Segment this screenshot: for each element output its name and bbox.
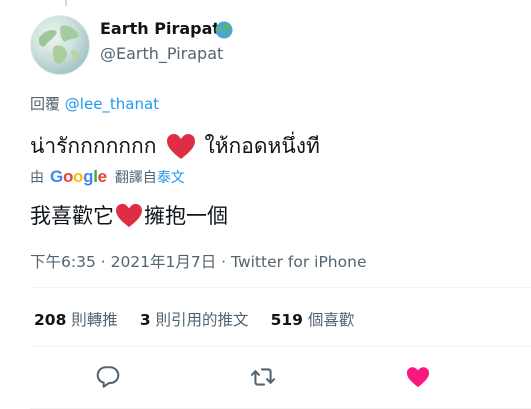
translation-attribution: 由 Google 翻譯自 泰文 (30, 167, 185, 187)
tweet-text-before: น่ารักกกกกกก (30, 134, 157, 158)
reply-mention-link[interactable]: @lee_thanat (65, 95, 159, 113)
tweet-text-after: ให้กอดหนึ่งที (204, 134, 320, 158)
retweet-button[interactable] (250, 364, 276, 390)
translated-text: 我喜歡它 擁抱一個 (30, 200, 228, 230)
reply-prefix: 回覆 (30, 95, 61, 113)
like-button[interactable] (405, 364, 431, 390)
tweet-stats: 208 則轉推 3 則引用的推文 519 個喜歡 (34, 308, 376, 330)
translated-from-label: 翻譯自 (114, 170, 157, 186)
like-count[interactable]: 519 個喜歡 (271, 308, 355, 330)
translated-text-before: 我喜歡它 (30, 204, 114, 228)
author-handle[interactable]: @Earth_Pirapat (100, 44, 223, 63)
retweet-count[interactable]: 208 則轉推 (34, 308, 118, 330)
thread-connector-line (65, 0, 67, 6)
source-language-link[interactable]: 泰文 (157, 167, 185, 187)
translated-by-label: 由 (30, 170, 44, 186)
red-heart-emoji-icon (167, 134, 196, 159)
avatar[interactable] (30, 15, 90, 75)
red-heart-emoji-icon (116, 203, 142, 227)
translated-text-after: 擁抱一個 (144, 204, 228, 228)
globe-map-avatar-icon (38, 25, 80, 64)
reply-bubble-icon (96, 366, 120, 388)
quote-count[interactable]: 3 則引用的推文 (140, 308, 249, 330)
filled-heart-icon (406, 367, 430, 388)
retweet-icon (250, 368, 276, 386)
reply-button[interactable] (95, 364, 121, 390)
divider (30, 346, 531, 347)
globe-emoji-icon (215, 21, 233, 39)
reply-context: 回覆 @lee_thanat (30, 93, 159, 114)
author-display-name[interactable]: Earth Pirapat (100, 19, 220, 38)
tweet-timestamp-source[interactable]: 下午6:35 · 2021年1月7日 · Twitter for iPhone (30, 250, 366, 272)
tweet-text: น่ารักกกกกกก ให้กอดหนึ่งที (30, 130, 320, 163)
divider (30, 287, 531, 288)
google-logo[interactable]: Google (50, 167, 107, 187)
